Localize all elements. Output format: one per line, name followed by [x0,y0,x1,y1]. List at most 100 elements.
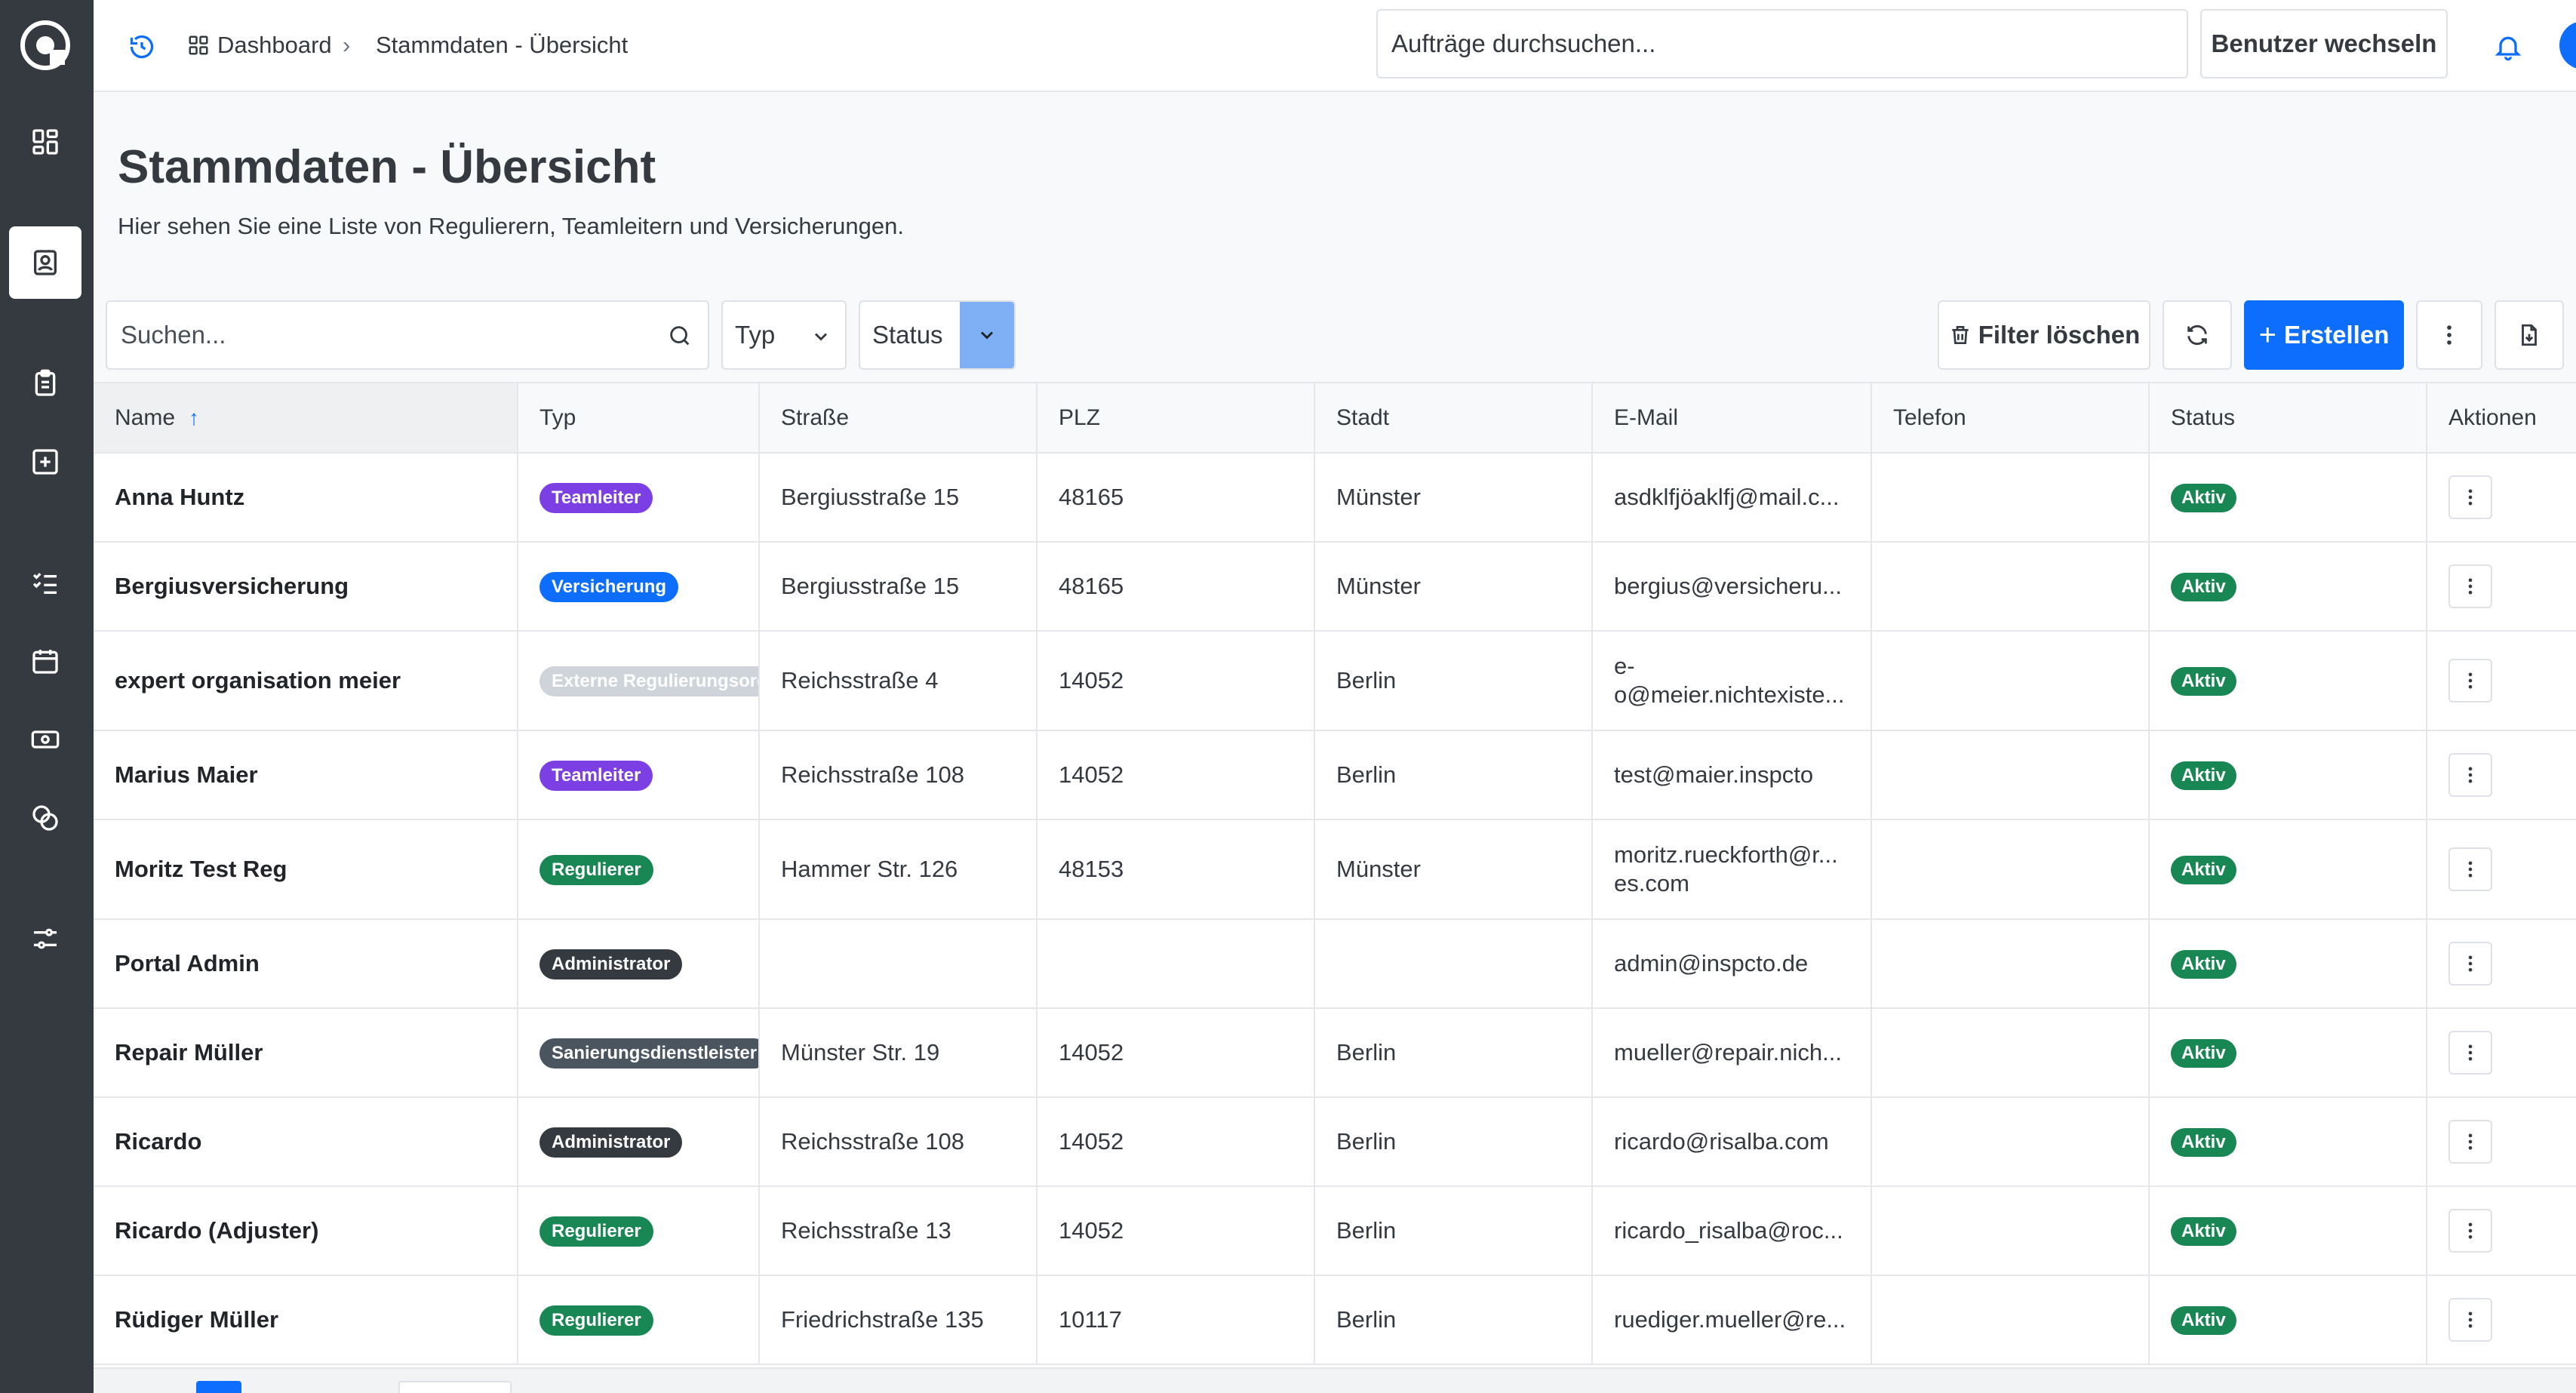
table-row[interactable]: Rüdiger Müller Regulierer Friedrichstraße … [94,1275,2576,1365]
cell-city: Münster [1314,820,1593,920]
table-row[interactable]: Portal Admin Administrator admin@inspcto.d… [94,919,2576,1009]
more-vertical-icon [2468,1222,2473,1239]
clear-filter-button[interactable]: Filter löschen [1938,300,2150,370]
sidebar-item-dashboard[interactable] [9,106,81,178]
column-header-name-label: Name [115,404,176,430]
row-actions-button[interactable] [2448,1298,2492,1342]
pagination-active-page[interactable] [196,1381,241,1393]
table-row[interactable]: Marius Maier Teamleiter Reichsstraße 108 14… [94,730,2576,820]
cell-email: asdklfjöaklfj@mail.c... [1592,453,1872,543]
sidebar-item-new[interactable] [9,426,81,498]
export-button[interactable] [2495,300,2564,370]
page-size-select[interactable] [398,1381,512,1393]
sidebar [0,0,94,1393]
row-actions-button[interactable] [2448,1209,2492,1253]
avatar[interactable]: P [2559,21,2576,69]
cell-street: Bergiusstraße 15 [759,453,1037,543]
dashboard-grid-icon [32,129,58,155]
sidebar-item-finance[interactable] [9,782,81,854]
cell-name: Ricardo [94,1097,518,1187]
app-logo-icon[interactable] [20,20,71,71]
sort-ascending-icon: ↑ [189,405,200,429]
table-row[interactable]: Repair Müller Sanierungsdienstleister Müns… [94,1008,2576,1098]
cell-street: Hammer Str. 126 [759,820,1037,920]
cell-type: Externe Regulierungsorg [518,631,760,731]
refresh-button[interactable] [2163,300,2232,370]
page-subtitle: Hier sehen Sie eine Liste von Regulierer… [118,213,904,239]
switch-user-button[interactable]: Benutzer wechseln [2200,9,2448,78]
sidebar-item-tasks[interactable] [9,546,81,619]
column-header-name[interactable]: Name ↑ [94,383,518,454]
cell-status: Aktiv [2149,1275,2427,1365]
cell-actions [2427,453,2576,543]
order-search-input[interactable]: Aufträge durchsuchen... [1376,9,2188,78]
status-badge: Aktiv [2171,950,2236,979]
column-header-street[interactable]: Straße [759,383,1037,454]
table-search-placeholder: Suchen... [121,321,226,349]
create-label: Erstellen [2283,321,2390,349]
more-vertical-icon [2468,1044,2473,1061]
cell-type: Sanierungsdienstleister [518,1008,760,1098]
calendar-icon [32,650,58,674]
cell-email: bergius@versicheru... [1592,542,1872,632]
column-header-type[interactable]: Typ [518,383,760,454]
sidebar-item-billing[interactable] [9,703,81,776]
status-badge: Aktiv [2171,1306,2236,1335]
row-actions-button[interactable] [2448,847,2492,891]
cell-street: Bergiusstraße 15 [759,542,1037,632]
sidebar-item-calendar[interactable] [9,625,81,697]
cell-zip: 14052 [1037,1186,1315,1276]
cell-street: Reichsstraße 4 [759,631,1037,731]
cell-actions [2427,919,2576,1009]
cell-phone [1871,730,2150,820]
cell-city: Berlin [1314,1008,1593,1098]
type-badge: Administrator [539,1127,683,1158]
breadcrumb-dashboard[interactable]: Dashboard [187,30,332,60]
refresh-icon [2187,324,2207,346]
table-row[interactable]: Ricardo (Adjuster) Regulierer Reichsstraße… [94,1186,2576,1276]
cell-zip [1037,919,1315,1009]
row-actions-button[interactable] [2448,659,2492,703]
column-header-city[interactable]: Stadt [1314,383,1593,454]
table-row[interactable]: expert organisation meier Externe Regulie… [94,631,2576,731]
type-badge: Teamleiter [539,760,653,791]
table-row[interactable]: Anna Huntz Teamleiter Bergiusstraße 15 4816… [94,453,2576,543]
status-filter-select[interactable]: Status [859,300,1016,370]
row-actions-button[interactable] [2448,753,2492,797]
cell-email: ricardo@risalba.com [1592,1097,1872,1187]
bell-icon[interactable] [2493,32,2523,62]
column-header-zip[interactable]: PLZ [1037,383,1315,454]
table-row[interactable]: Ricardo Administrator Reichsstraße 108 1405… [94,1097,2576,1187]
sidebar-item-orders[interactable] [9,347,81,420]
type-badge: Regulierer [539,1305,653,1336]
status-filter-toggle[interactable] [960,302,1014,368]
cell-city: Berlin [1314,730,1593,820]
sidebar-item-stammdaten[interactable] [9,226,81,299]
checklist-icon [32,573,57,594]
column-header-email[interactable]: E-Mail [1592,383,1872,454]
history-icon[interactable] [128,33,155,60]
status-badge: Aktiv [2171,761,2236,790]
cell-city: Berlin [1314,1186,1593,1276]
table-row[interactable]: Bergiusversicherung Versicherung Bergiusst… [94,542,2576,632]
cell-zip: 10117 [1037,1275,1315,1365]
create-button[interactable]: + Erstellen [2244,300,2404,370]
column-header-status[interactable]: Status [2149,383,2427,454]
row-actions-button[interactable] [2448,1120,2492,1164]
table-search-input[interactable]: Suchen... [106,300,709,370]
cell-actions [2427,1097,2576,1187]
cell-zip: 14052 [1037,1097,1315,1187]
more-vertical-icon [2447,325,2452,345]
row-actions-button[interactable] [2448,942,2492,986]
more-options-button[interactable] [2416,300,2482,370]
sidebar-item-settings[interactable] [9,903,81,975]
cell-name: Bergiusversicherung [94,542,518,632]
column-header-phone[interactable]: Telefon [1871,383,2150,454]
cell-name: expert organisation meier [94,631,518,731]
status-badge: Aktiv [2171,573,2236,601]
table-row[interactable]: Moritz Test Reg Regulierer Hammer Str. 126… [94,820,2576,920]
row-actions-button[interactable] [2448,564,2492,608]
row-actions-button[interactable] [2448,475,2492,519]
row-actions-button[interactable] [2448,1031,2492,1075]
type-filter-select[interactable]: Typ [721,300,847,370]
